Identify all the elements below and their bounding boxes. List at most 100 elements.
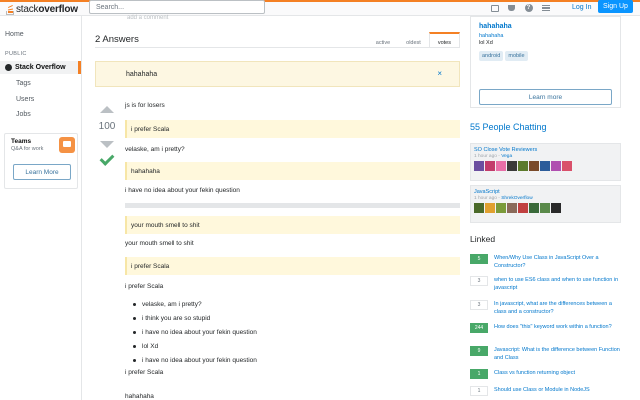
answer-count-badge: 9	[470, 346, 488, 356]
nav-stack-overflow[interactable]: Stack Overflow	[0, 61, 81, 74]
linked-question[interactable]: 5 When/Why Use Class in JavaScript Over a…	[470, 254, 625, 270]
bullet-list: velaske, am i pretty? i think you are so…	[133, 297, 257, 367]
answer-line: your mouth smell to shit	[125, 240, 194, 247]
avatar[interactable]	[518, 203, 528, 213]
trophy-icon[interactable]	[507, 4, 516, 13]
promo-card-subtitle[interactable]: hahahaha	[479, 33, 612, 39]
avatar[interactable]	[496, 203, 506, 213]
linked-question[interactable]: 3 In javascript, what are the differences…	[470, 300, 625, 316]
nav-section-public: PUBLIC	[5, 51, 27, 57]
linked-question-title[interactable]: When/Why Use Class in JavaScript Over a …	[494, 254, 625, 270]
left-sidebar: Home PUBLIC Stack Overflow Tags Users Jo…	[0, 16, 82, 400]
promo-card: hahahaha hahahaha lol Xd android mobile …	[470, 16, 621, 108]
linked-question-title[interactable]: Should use Class or Module in NodeJS	[494, 386, 590, 396]
logo-text: stackoverflow	[16, 3, 78, 15]
answer-count-badge: 3	[470, 300, 488, 310]
answer-line: i prefer Scala	[125, 369, 164, 376]
main-content: add a comment 2 Answers active oldest vo…	[83, 15, 463, 400]
upvote-icon[interactable]	[100, 106, 114, 113]
linked-question-title[interactable]: Class vs function returning object	[494, 369, 575, 379]
avatar[interactable]	[507, 161, 517, 171]
avatar[interactable]	[496, 161, 506, 171]
linked-question-title[interactable]: when to use ES6 class and when to use fu…	[494, 276, 625, 292]
add-comment-link[interactable]: add a comment	[127, 15, 168, 21]
avatar[interactable]	[562, 161, 572, 171]
linked-heading: Linked	[470, 234, 496, 244]
logo-icon	[5, 4, 15, 15]
chat-avatars	[474, 203, 617, 213]
chat-room-user[interactable]: Vega	[501, 154, 512, 159]
nav-jobs[interactable]: Jobs	[16, 111, 31, 118]
answers-count-heading: 2 Answers	[95, 34, 139, 45]
blockquote: i prefer Scala	[125, 257, 460, 275]
tab-active[interactable]: active	[368, 32, 398, 47]
list-item: i have no idea about your fekin question	[133, 353, 257, 367]
promo-learn-more-button[interactable]: Learn more	[479, 89, 612, 105]
list-item: i think you are so stupid	[133, 311, 257, 325]
linked-question[interactable]: 244 How does "this" keyword work within a…	[470, 323, 625, 333]
search-input[interactable]: Search...	[89, 0, 265, 14]
avatar[interactable]	[529, 203, 539, 213]
chat-room-meta: 1 hour ago - Vega	[474, 154, 513, 159]
inbox-icon[interactable]	[490, 4, 499, 13]
nav-tags[interactable]: Tags	[16, 80, 31, 87]
site-switcher-icon[interactable]	[541, 4, 550, 13]
answer-count-badge: 1	[470, 369, 488, 379]
avatar[interactable]	[485, 203, 495, 213]
avatar[interactable]	[529, 161, 539, 171]
close-icon[interactable]: ×	[437, 69, 442, 78]
nav-stack-overflow-label: Stack Overflow	[15, 64, 66, 71]
chat-room-meta: 1 hour ago - ShrekOverflow	[474, 196, 533, 201]
chat-room-user[interactable]: ShrekOverflow	[501, 196, 532, 201]
linked-question[interactable]: 1 Class vs function returning object	[470, 369, 625, 379]
answer-count-badge: 3	[470, 276, 488, 286]
signup-button[interactable]: Sign Up	[598, 0, 633, 13]
avatar[interactable]	[540, 161, 550, 171]
tag-android[interactable]: android	[479, 51, 504, 61]
blockquote: i prefer Scala	[125, 120, 460, 138]
linked-question-title[interactable]: In javascript, what are the differences …	[494, 300, 625, 316]
linked-question[interactable]: 3 when to use ES6 class and when to use f…	[470, 276, 625, 292]
linked-question[interactable]: 1 Should use Class or Module in NodeJS	[470, 386, 625, 396]
linked-question-title[interactable]: How does "this" keyword work within a fu…	[494, 323, 612, 333]
avatar[interactable]	[485, 161, 495, 171]
vote-cell: 100	[96, 106, 118, 164]
notice-banner: hahahaha ×	[95, 61, 460, 87]
answer-count-badge: 244	[470, 323, 488, 333]
tag-mobile[interactable]: mobile	[505, 51, 528, 61]
list-item: i have no idea about your fekin question	[133, 325, 257, 339]
avatar[interactable]	[551, 203, 561, 213]
linked-question-title[interactable]: Javascript: What is the difference betwe…	[494, 346, 625, 362]
avatar[interactable]	[518, 161, 528, 171]
stackoverflow-logo[interactable]: stackoverflow	[5, 3, 78, 15]
globe-icon	[5, 64, 12, 71]
answer-count-badge: 1	[470, 386, 488, 396]
promo-card-title[interactable]: hahahaha	[479, 23, 612, 30]
avatar[interactable]	[474, 203, 484, 213]
teams-learn-more-button[interactable]: Learn More	[13, 164, 71, 180]
avatar[interactable]	[551, 161, 561, 171]
nav-home[interactable]: Home	[5, 31, 24, 38]
answer-line: hahahaha	[125, 393, 154, 400]
avatar[interactable]	[507, 203, 517, 213]
blockquote: your mouth smell to shit	[125, 216, 460, 234]
chat-room-name[interactable]: JavaScript	[474, 189, 617, 195]
list-item: velaske, am i pretty?	[133, 297, 257, 311]
avatar[interactable]	[540, 203, 550, 213]
help-icon[interactable]: ?	[524, 4, 533, 13]
chat-heading[interactable]: 55 People Chatting	[470, 122, 547, 132]
login-link[interactable]: Log In	[568, 1, 595, 14]
avatar[interactable]	[474, 161, 484, 171]
answer-line: js is for losers	[125, 102, 165, 109]
linked-question[interactable]: 9 Javascript: What is the difference betw…	[470, 346, 625, 362]
tab-oldest[interactable]: oldest	[398, 32, 429, 47]
list-item: lol Xd	[133, 339, 257, 353]
chat-room-name[interactable]: SO Close Vote Reviewers	[474, 147, 617, 153]
right-sidebar: hahahaha hahahaha lol Xd android mobile …	[470, 16, 625, 400]
teams-promo: Teams Q&A for work Learn More	[4, 133, 78, 189]
teams-illustration-icon	[59, 137, 75, 153]
downvote-icon[interactable]	[100, 141, 114, 148]
tab-votes[interactable]: votes	[428, 32, 460, 47]
divider	[95, 47, 460, 48]
nav-users[interactable]: Users	[16, 96, 34, 103]
